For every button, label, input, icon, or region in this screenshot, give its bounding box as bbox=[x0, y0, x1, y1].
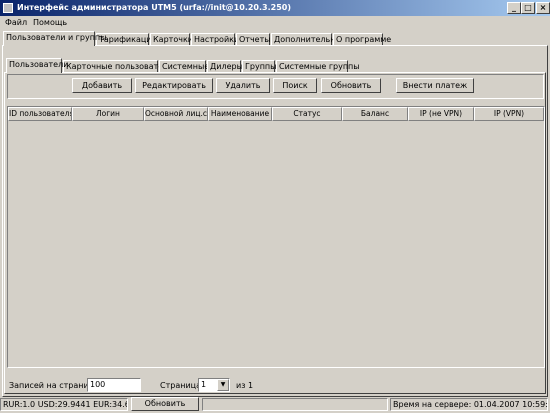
col-name[interactable]: Наименование bbox=[208, 107, 272, 121]
title-bar: Интерфейс администратора UTM5 (urfa://in… bbox=[0, 0, 550, 16]
col-ip-vpn[interactable]: IP (VPN) bbox=[474, 107, 544, 121]
col-ip-non-vpn[interactable]: IP (не VPN) bbox=[408, 107, 474, 121]
users-table[interactable]: ID пользователя Логин Основной лиц.с... … bbox=[7, 106, 545, 368]
add-payment-button[interactable]: Внести платеж bbox=[396, 78, 474, 93]
page-select[interactable]: 1 ▼ bbox=[198, 378, 230, 392]
menu-bar: Файл Помощь bbox=[0, 17, 550, 29]
statusbar-empty bbox=[202, 398, 388, 411]
add-button[interactable]: Добавить bbox=[72, 78, 132, 93]
close-button[interactable]: × bbox=[536, 2, 550, 14]
page-value: 1 bbox=[201, 380, 207, 389]
delete-button[interactable]: Удалить bbox=[216, 78, 270, 93]
minimize-button[interactable]: _ bbox=[507, 2, 521, 14]
col-balance[interactable]: Баланс bbox=[342, 107, 408, 121]
window-title: Интерфейс администратора UTM5 (urfa://in… bbox=[17, 3, 291, 12]
menu-help[interactable]: Помощь bbox=[33, 18, 67, 27]
edit-button[interactable]: Редактировать bbox=[135, 78, 213, 93]
col-status[interactable]: Статус bbox=[272, 107, 342, 121]
page-total: из 1 bbox=[236, 381, 254, 390]
per-page-label: Записей на страницу bbox=[9, 381, 99, 390]
col-login[interactable]: Логин bbox=[72, 107, 144, 121]
page-label: Страница bbox=[160, 381, 202, 390]
search-button[interactable]: Поиск bbox=[273, 78, 317, 93]
tab-users-groups[interactable]: Пользователи и группы bbox=[3, 31, 106, 46]
refresh-button[interactable]: Обновить bbox=[321, 78, 381, 93]
subtab-users[interactable]: Пользователи bbox=[6, 58, 68, 73]
currency-rates: RUR:1.0 USD:29.9441 EUR:34.6813 bbox=[0, 398, 128, 411]
col-user-id[interactable]: ID пользователя bbox=[8, 107, 72, 121]
chevron-down-icon[interactable]: ▼ bbox=[217, 379, 229, 391]
server-time: Время на сервере: 01.04.2007 10:59:01 CE… bbox=[390, 398, 548, 411]
menu-file[interactable]: Файл bbox=[5, 18, 27, 27]
app-icon bbox=[3, 3, 13, 13]
per-page-input[interactable]: 100 bbox=[87, 378, 141, 392]
statusbar-refresh-button[interactable]: Обновить bbox=[131, 397, 199, 411]
col-main-account[interactable]: Основной лиц.с... bbox=[144, 107, 208, 121]
maximize-button[interactable]: □ bbox=[521, 2, 535, 14]
